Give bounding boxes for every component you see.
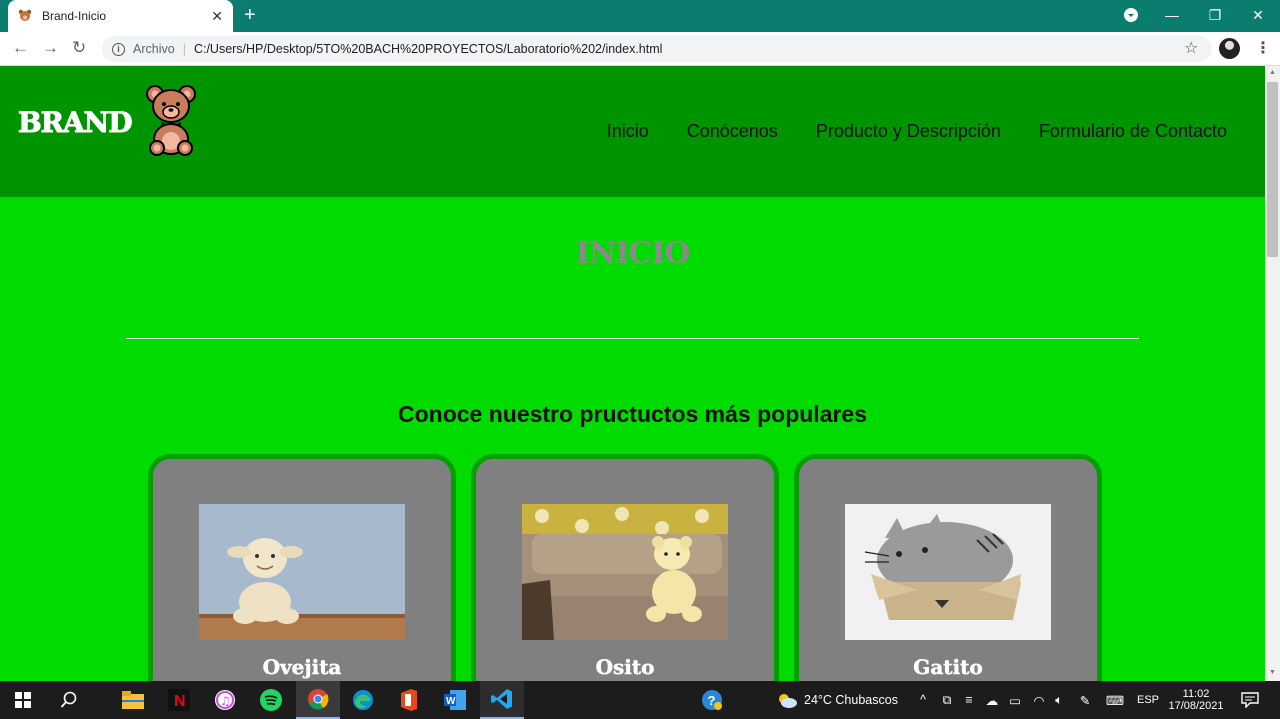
- notification-icon[interactable]: [1238, 681, 1262, 719]
- new-tab-button[interactable]: +: [244, 4, 256, 26]
- file-explorer-icon[interactable]: [118, 681, 148, 719]
- windows-start-icon[interactable]: [8, 681, 38, 719]
- clock[interactable]: 11:02 17/08/2021: [1164, 681, 1228, 719]
- browser-title-bar: Brand-Inicio ✕ + — ❐ ✕: [0, 0, 1280, 32]
- itunes-icon[interactable]: ♫: [210, 681, 240, 719]
- nav-formulario-link[interactable]: Formulario de Contacto: [1039, 121, 1227, 142]
- divider: [126, 338, 1139, 339]
- maximize-button[interactable]: ❐: [1193, 0, 1237, 30]
- address-bar[interactable]: i Archivo | C:/Users/HP/Desktop/5TO%20BA…: [102, 36, 1212, 62]
- keyboard-icon[interactable]: ⌨: [1102, 681, 1128, 719]
- weather-cloud-icon[interactable]: [776, 681, 798, 719]
- product-card-gatito[interactable]: Gatito: [794, 454, 1102, 681]
- brand-logo-text[interactable]: BRAND: [18, 106, 134, 140]
- nav-inicio-link[interactable]: Inicio: [607, 121, 649, 142]
- office-icon[interactable]: [394, 681, 424, 719]
- osito-image: [522, 504, 728, 640]
- section-subtitle: Conoce nuestro pructuctos más populares: [397, 401, 868, 427]
- product-card-ovejita[interactable]: Ovejita: [148, 454, 456, 681]
- scrollbar-thumb[interactable]: [1267, 82, 1278, 257]
- page-title: INICIO: [575, 236, 691, 271]
- bear-favicon-icon: [18, 9, 32, 23]
- nav-producto-link[interactable]: Producto y Descripción: [816, 121, 1001, 142]
- help-icon[interactable]: ?: [700, 681, 724, 719]
- page-scrollbar[interactable]: ▲ ▼: [1265, 66, 1280, 681]
- vscode-icon[interactable]: [480, 681, 524, 719]
- nav-conocenos-link[interactable]: Conócenos: [687, 121, 778, 142]
- svg-text:W: W: [446, 696, 456, 707]
- chrome-icon[interactable]: [296, 681, 340, 719]
- url-text[interactable]: C:/Users/HP/Desktop/5TO%20BACH%20PROYECT…: [194, 42, 663, 56]
- onedrive-icon[interactable]: ☁: [982, 681, 1002, 719]
- clock-date: 17/08/2021: [1168, 700, 1224, 712]
- network-tray-icon[interactable]: ≡: [960, 681, 978, 719]
- profile-avatar[interactable]: [1219, 38, 1240, 59]
- product-card-osito[interactable]: Osito: [471, 454, 779, 681]
- meet-icon[interactable]: ⧉: [938, 681, 956, 719]
- svg-text:♫: ♫: [220, 694, 231, 708]
- web-page: BRAND Inicio Conócenos Producto y Descri…: [0, 66, 1265, 681]
- edge-icon[interactable]: [348, 681, 378, 719]
- weather-text[interactable]: 24°C Chubascos: [804, 681, 908, 719]
- close-window-button[interactable]: ✕: [1236, 0, 1280, 30]
- volume-icon[interactable]: 🔈︎: [1050, 681, 1068, 719]
- language-indicator[interactable]: ESP: [1134, 681, 1162, 719]
- windows-taskbar: N ♫ W ? 24°C Chubascos ^ ⧉ ≡ ☁ ▭ ◠ 🔈︎ ✎ …: [0, 681, 1280, 719]
- back-arrow-icon[interactable]: ←: [12, 38, 29, 58]
- gatito-image: [845, 504, 1051, 640]
- tray-chevron-icon[interactable]: ^: [914, 681, 932, 719]
- info-icon[interactable]: i: [112, 42, 125, 56]
- spotify-icon[interactable]: [256, 681, 286, 719]
- main-nav: Inicio Conócenos Producto y Descripción …: [607, 121, 1227, 142]
- menu-kebab-icon[interactable]: ⋮: [1255, 38, 1271, 58]
- browser-toolbar: ← → ↻ i Archivo | C:/Users/HP/Desktop/5T…: [0, 32, 1280, 66]
- browser-tab[interactable]: Brand-Inicio ✕: [8, 0, 233, 32]
- wifi-icon[interactable]: ◠: [1030, 681, 1048, 719]
- address-separator: |: [182, 42, 186, 56]
- product-name: Gatito: [913, 655, 983, 680]
- clock-time: 11:02: [1182, 688, 1210, 700]
- svg-text:N: N: [174, 693, 186, 710]
- word-icon[interactable]: W: [440, 681, 470, 719]
- netflix-icon[interactable]: N: [164, 681, 194, 719]
- scroll-down-icon[interactable]: ▼: [1269, 669, 1276, 676]
- pen-icon[interactable]: ✎: [1076, 681, 1094, 719]
- minimize-button[interactable]: —: [1150, 0, 1194, 30]
- tab-title: Brand-Inicio: [42, 9, 107, 23]
- site-header: BRAND Inicio Conócenos Producto y Descri…: [0, 66, 1265, 197]
- ovejita-image: [199, 504, 405, 640]
- reload-icon[interactable]: ↻: [72, 38, 86, 58]
- product-name: Ovejita: [262, 655, 342, 680]
- product-name: Osito: [595, 655, 655, 680]
- teddy-bear-logo-icon: [146, 85, 196, 156]
- forward-arrow-icon[interactable]: →: [42, 38, 59, 58]
- search-icon[interactable]: [54, 681, 84, 719]
- tab-search-icon[interactable]: [1109, 0, 1153, 30]
- tab-close-icon[interactable]: ✕: [211, 8, 223, 25]
- security-label: Archivo: [133, 42, 175, 56]
- bookmark-star-icon[interactable]: ☆: [1184, 38, 1198, 58]
- battery-icon[interactable]: ▭: [1006, 681, 1024, 719]
- scroll-up-icon[interactable]: ▲: [1269, 69, 1276, 76]
